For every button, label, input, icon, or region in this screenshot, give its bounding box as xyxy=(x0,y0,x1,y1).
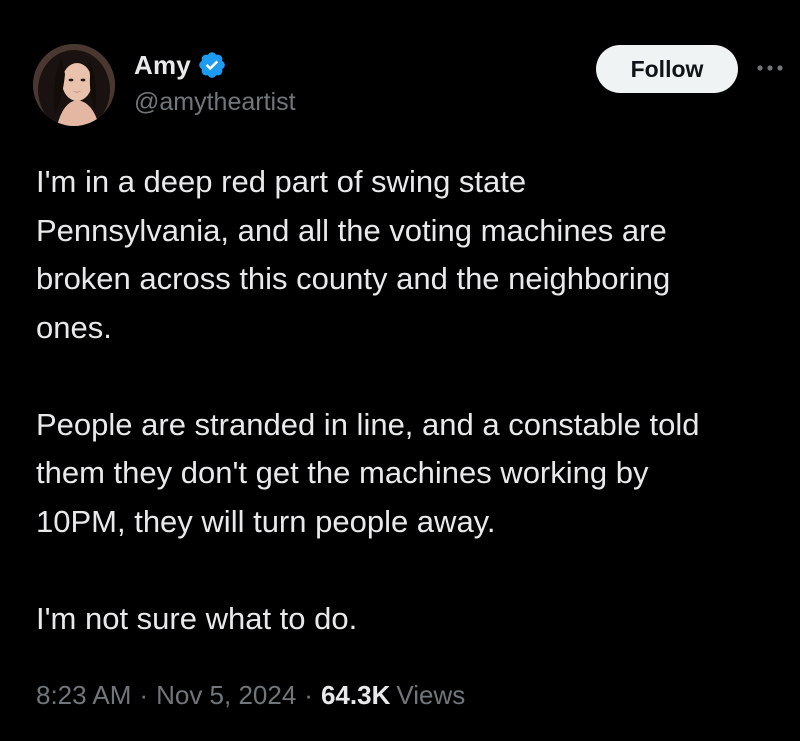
avatar[interactable] xyxy=(33,44,115,126)
tweet-time[interactable]: 8:23 AM xyxy=(36,680,131,711)
tweet-body: I'm in a deep red part of swing state Pe… xyxy=(36,158,796,643)
more-options-icon[interactable] xyxy=(750,52,790,84)
tweet-paragraph: I'm not sure what to do. xyxy=(36,600,358,636)
tweet-date[interactable]: Nov 5, 2024 xyxy=(156,680,296,711)
separator: · xyxy=(139,680,149,710)
views-label: Views xyxy=(396,680,466,710)
author-name-row[interactable]: Amy xyxy=(134,48,227,82)
tweet-card: Amy @amytheartist Follow I'm in a deep r… xyxy=(0,0,800,741)
author-display-name[interactable]: Amy xyxy=(134,50,191,81)
tweet-paragraph: I'm in a deep red part of swing state Pe… xyxy=(36,164,671,345)
views-count[interactable]: 64.3K xyxy=(321,680,390,711)
verified-badge-icon[interactable] xyxy=(197,50,227,80)
author-handle[interactable]: @amytheartist xyxy=(134,88,296,117)
follow-button[interactable]: Follow xyxy=(596,45,738,93)
separator: · xyxy=(304,680,313,710)
tweet-paragraph: People are stranded in line, and a const… xyxy=(36,406,700,539)
tweet-meta: 8:23 AM · Nov 5, 2024 · 64.3K Views xyxy=(36,680,465,711)
profile-photo xyxy=(33,44,115,126)
